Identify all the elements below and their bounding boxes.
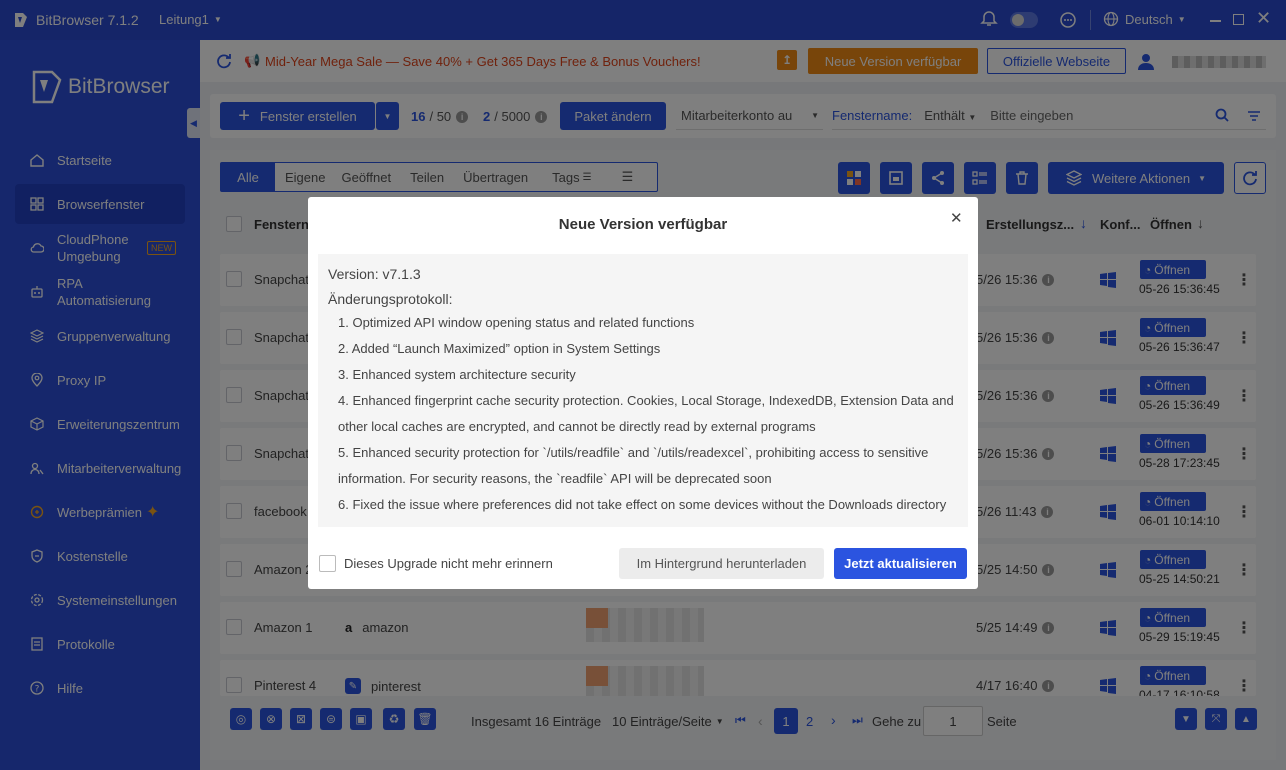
- dont-remind-option[interactable]: Dieses Upgrade nicht mehr erinnern: [319, 555, 553, 572]
- changelog-item: information. For security reasons, the `…: [338, 471, 772, 486]
- changelog-item: 3. Enhanced system architecture security: [338, 367, 576, 382]
- changelog-item: 5. Enhanced security protection for `/ut…: [338, 445, 929, 460]
- changelog-box: Version: v7.1.3 Änderungsprotokoll: 1. O…: [318, 254, 968, 527]
- changelog-title: Änderungsprotokoll:: [328, 291, 453, 307]
- version-text: Version: v7.1.3: [328, 266, 421, 282]
- update-dialog: Neue Version verfügbar ✕ Version: v7.1.3…: [308, 197, 978, 589]
- changelog-item: 6. Fixed the issue where preferences did…: [338, 497, 947, 512]
- update-now-button[interactable]: Jetzt aktualisieren: [834, 548, 967, 579]
- background-download-button[interactable]: Im Hintergrund herunterladen: [619, 548, 824, 579]
- dont-remind-label: Dieses Upgrade nicht mehr erinnern: [344, 556, 553, 571]
- dialog-close-icon[interactable]: ✕: [950, 209, 963, 227]
- changelog-item: other local caches are encrypted, and ca…: [338, 419, 816, 434]
- dialog-title: Neue Version verfügbar: [558, 216, 728, 233]
- changelog-list: 1. Optimized API window opening status a…: [338, 310, 963, 518]
- changelog-item: 4. Enhanced fingerprint cache security p…: [338, 393, 954, 408]
- changelog-item: 2. Added “Launch Maximized” option in Sy…: [338, 341, 661, 356]
- changelog-item: 1. Optimized API window opening status a…: [338, 315, 695, 330]
- dont-remind-checkbox[interactable]: [319, 555, 336, 572]
